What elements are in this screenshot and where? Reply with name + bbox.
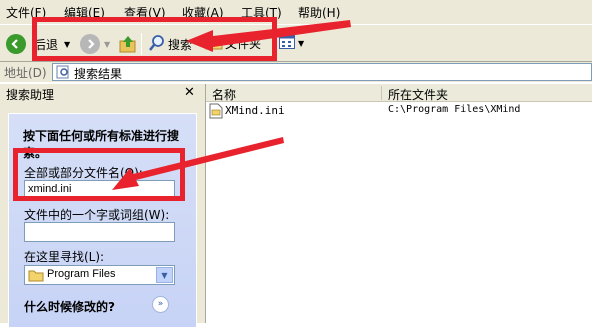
phrase-input[interactable]: [24, 222, 175, 242]
annotation-box-toolbar: [32, 17, 277, 61]
file-folder: C:\Program Files\XMind: [388, 104, 521, 115]
search-companion-header: 搜索助理 ✕: [0, 84, 205, 102]
close-icon[interactable]: ✕: [184, 85, 195, 100]
when-modified-label[interactable]: 什么时候修改的?: [24, 298, 115, 315]
back-arrow-icon: [6, 34, 26, 54]
chevron-down-icon[interactable]: ▼: [156, 267, 173, 283]
search-results-icon: [56, 65, 70, 82]
column-name[interactable]: 名称: [212, 86, 236, 103]
table-row[interactable]: XMind.ini C:\Program Files\XMind: [207, 102, 587, 120]
views-button[interactable]: ▼: [279, 35, 304, 52]
search-companion-title: 搜索助理: [6, 88, 55, 102]
address-label: 地址(D): [4, 66, 47, 80]
file-name: XMind.ini: [225, 104, 285, 117]
lookin-select[interactable]: Program Files ▼: [24, 265, 175, 285]
annotation-box-filename: [13, 148, 185, 201]
address-field[interactable]: 搜索结果: [52, 63, 592, 81]
address-value: 搜索结果: [74, 67, 123, 81]
phrase-label: 文件中的一个字或词组(W):: [24, 208, 170, 222]
folder-icon: [28, 269, 44, 285]
search-form: 按下面任何或所有标准进行搜索。 全部或部分文件名(O): xmind.ini 文…: [8, 113, 197, 328]
column-divider[interactable]: [381, 86, 382, 100]
lookin-value: Program Files: [47, 268, 116, 280]
expand-chevron-icon[interactable]: »: [152, 296, 169, 313]
ini-file-icon: [209, 103, 223, 122]
list-header: 名称 所在文件夹: [206, 84, 592, 102]
lookin-label: 在这里寻找(L):: [24, 250, 105, 264]
views-dropdown-icon[interactable]: ▼: [298, 39, 304, 48]
menu-help[interactable]: 帮助(H): [298, 4, 340, 21]
views-grid-icon: [279, 35, 295, 52]
column-folder[interactable]: 所在文件夹: [388, 86, 448, 103]
